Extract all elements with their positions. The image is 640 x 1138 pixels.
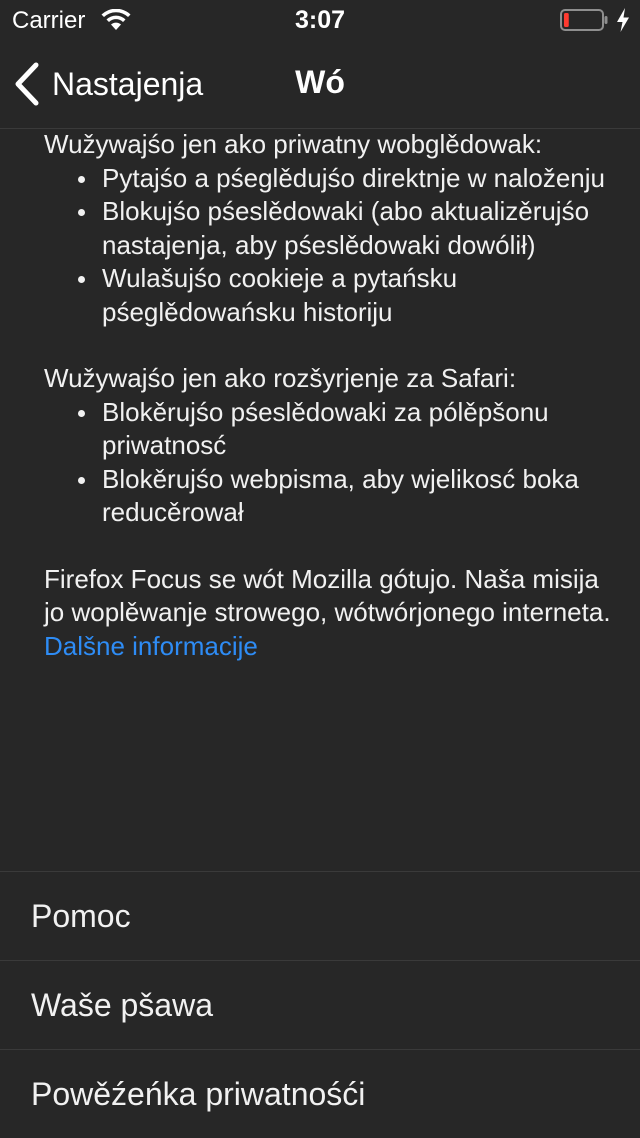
battery-icon [560,9,608,31]
list-item: Wulašujśo cookieje a pytańsku pśeglědowa… [78,262,614,329]
menu-item-label: Pomoc [31,897,131,934]
menu-item-label: Powěźeńka priwatnośći [31,1075,366,1112]
menu-item-your-rights[interactable]: Waše pšawa [0,960,640,1049]
menu-item-privacy-notice[interactable]: Powěźeńka priwatnośći [0,1049,640,1138]
navigation-bar: Nastajenja Wó [0,40,640,129]
about-menu: Pomoc Waše pšawa Powěźeńka priwatnośći [0,871,640,1138]
list-item: Blokěrujśo webpisma, aby wjelikosć boka … [78,463,614,530]
learn-more-link[interactable]: Dalšne informacije [44,630,258,664]
status-bar: Carrier 3:07 [0,0,640,40]
charging-bolt-icon [617,8,629,32]
safari-extension-list: Blokěrujśo pśeslědowaki za pólěpšonu pri… [44,396,614,530]
list-item: Pytajśo a pśeglědujśo direktnje w nalože… [78,162,614,196]
browser-usage-list: Pytajśo a pśeglědujśo direktnje w nalože… [44,162,614,330]
menu-item-help[interactable]: Pomoc [0,871,640,960]
safari-extension-intro: Wužywajśo jen ako rozšyrjenje za Safari: [44,363,517,393]
about-mozilla-text: Firefox Focus se wót Mozilla gótujo. Naš… [44,563,611,628]
browser-usage-intro: Wužywajśo jen ako priwatny wobglědowak: [44,129,543,159]
menu-item-label: Waše pšawa [31,986,213,1023]
about-content: Wužywajśo jen ako priwatny wobglědowak: … [44,128,614,663]
list-item: Blokujśo pśeslědowaki (abo aktualizěrujś… [78,195,614,262]
clock: 3:07 [294,6,346,34]
list-item: Blokěrujśo pśeslědowaki za pólěpšonu pri… [78,396,614,463]
page-title: Wó [295,64,345,100]
